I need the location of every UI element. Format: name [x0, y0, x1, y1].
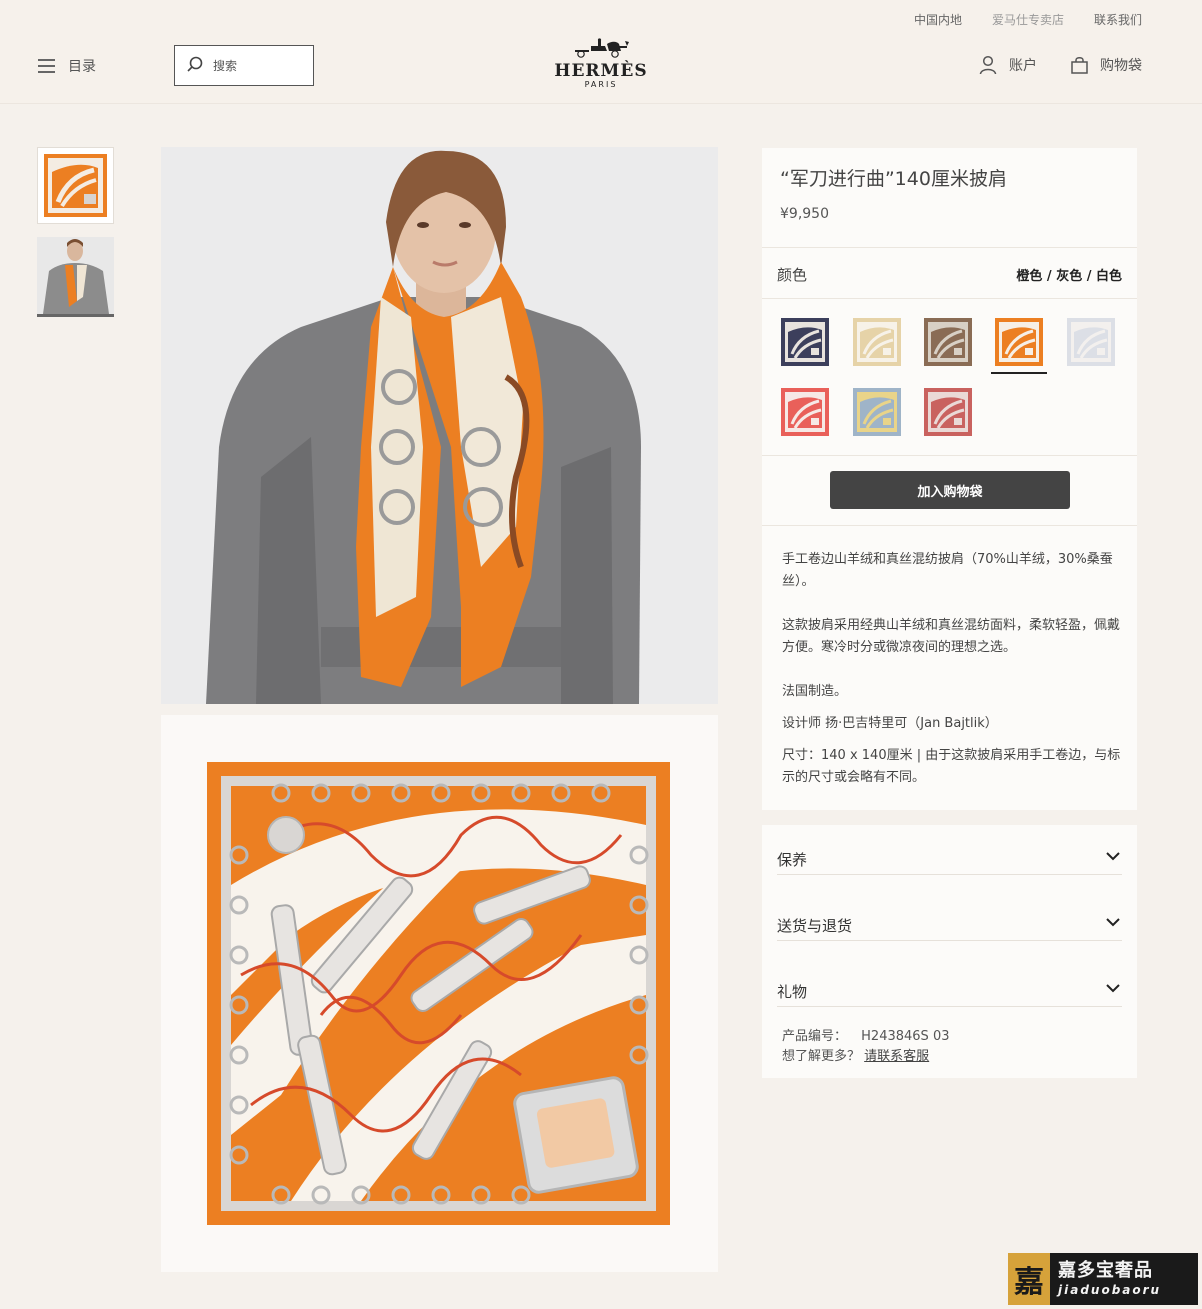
chevron-down-icon: [1106, 984, 1120, 993]
top-link-region[interactable]: 中国内地: [914, 11, 962, 28]
color-swatch-orange-grey-white[interactable]: [991, 318, 1047, 374]
color-swatch-beige[interactable]: [853, 318, 901, 366]
divider: [762, 298, 1137, 299]
logo-city: PARIS: [584, 80, 618, 89]
top-link-contact[interactable]: 联系我们: [1094, 11, 1142, 28]
description-body: 这款披肩采用经典山羊绒和真丝混纺面料，柔软轻盈，佩戴方便。寒冷时分或微凉夜间的理…: [782, 618, 1121, 655]
watermark-logo: 嘉 嘉多宝奢品 jiaduobaoru: [1008, 1253, 1198, 1305]
color-swatch-brown-grey[interactable]: [924, 318, 972, 366]
hamburger-icon: [38, 59, 55, 73]
description-designer: 设计师 扬·巴吉特里可（Jan Bajtlik）: [782, 716, 998, 731]
search-box[interactable]: [174, 45, 314, 86]
scarf-flat-image: [161, 715, 718, 1272]
accordion-shipping[interactable]: 送货与退货: [777, 891, 1122, 941]
account-label: 账户: [1009, 58, 1037, 74]
menu-button[interactable]: 目录: [38, 56, 96, 76]
menu-label: 目录: [68, 59, 96, 75]
divider: [762, 247, 1137, 248]
accordion-gift[interactable]: 礼物: [777, 957, 1122, 1007]
watermark-cn: 嘉多宝奢品: [1058, 1260, 1153, 1281]
contact-service-link[interactable]: 请联系客服: [864, 1049, 929, 1064]
accordion-shipping-label: 送货与退货: [777, 917, 853, 935]
color-value: 橙色 / 灰色 / 白色: [1016, 269, 1122, 284]
divider: [762, 525, 1137, 526]
color-swatch-rose-red[interactable]: [924, 388, 972, 436]
chevron-down-icon: [1106, 918, 1120, 927]
search-icon: [187, 56, 203, 76]
color-label: 颜色: [777, 266, 808, 284]
contact-line: 想了解更多？ 请联系客服: [782, 1045, 929, 1064]
description-composition: 手工卷边山羊绒和真丝混纺披肩（70%山羊绒，30%桑蚕丝）。: [782, 552, 1113, 589]
color-swatch-blue-yellow[interactable]: [853, 388, 901, 436]
shopping-bag-icon: [1071, 57, 1088, 74]
color-swatch-navy-brown[interactable]: [781, 318, 829, 366]
logo-wordmark: HERMÈS: [554, 61, 648, 81]
bag-button[interactable]: 购物袋: [1071, 55, 1142, 75]
header-actions: 账户 购物袋: [979, 55, 1142, 75]
divider: [762, 455, 1137, 456]
carriage-icon: [575, 38, 629, 58]
top-link-stores[interactable]: 爱马仕专卖店: [992, 11, 1064, 28]
hermes-logo[interactable]: HERMÈS PARIS: [550, 38, 652, 90]
site-header: 中国内地 爱马仕专卖店 联系我们 目录 HERMÈS: [0, 0, 1202, 104]
top-links: 中国内地 爱马仕专卖店 联系我们: [914, 11, 1142, 28]
watermark-seal: 嘉: [1008, 1253, 1050, 1305]
description-size: 尺寸：140 x 140厘米 | 由于这款披肩采用手工卷边，与标示的尺寸或会略有…: [782, 748, 1121, 785]
model-photo: [161, 147, 718, 704]
info-accordion: 保养 送货与退货 礼物 产品编号： H243846S 03 想了解更多？ 请联系…: [762, 825, 1137, 1078]
product-reference: 产品编号： H243846S 03: [782, 1025, 949, 1044]
accordion-care[interactable]: 保养: [777, 825, 1122, 875]
product-title: “军刀进行曲”140厘米披肩: [780, 168, 1007, 190]
user-icon: [979, 55, 997, 75]
reference-value: H243846S 03: [861, 1029, 950, 1044]
bag-label: 购物袋: [1100, 58, 1142, 74]
color-swatch-coral-red[interactable]: [781, 388, 829, 436]
thumbnail-model[interactable]: [37, 237, 114, 317]
chevron-down-icon: [1106, 852, 1120, 861]
accordion-care-label: 保养: [777, 851, 808, 869]
accordion-gift-label: 礼物: [777, 983, 808, 1001]
color-swatch-light-grey-blue[interactable]: [1067, 318, 1115, 366]
product-price: ¥9,950: [780, 206, 829, 222]
product-card: “军刀进行曲”140厘米披肩 ¥9,950 颜色 橙色 / 灰色 / 白色 加入…: [762, 148, 1137, 810]
search-input[interactable]: [213, 58, 303, 73]
account-button[interactable]: 账户: [979, 55, 1037, 75]
thumbnail-scarf[interactable]: [37, 147, 114, 224]
description-origin: 法国制造。: [782, 684, 848, 699]
more-label: 想了解更多？: [782, 1049, 861, 1064]
watermark-en: jiaduobaoru: [1058, 1283, 1162, 1297]
reference-label: 产品编号：: [782, 1029, 848, 1044]
add-to-bag-button[interactable]: 加入购物袋: [830, 471, 1070, 509]
